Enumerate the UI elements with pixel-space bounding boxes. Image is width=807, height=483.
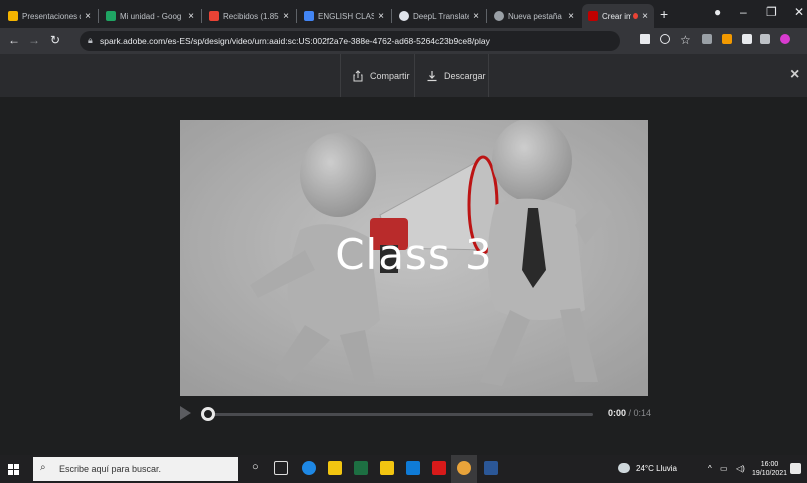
close-tab-icon[interactable]: ×: [642, 11, 648, 22]
taskbar-clock[interactable]: 16:00 19/10/2021: [752, 460, 787, 478]
tab-deepl[interactable]: DeepL Translate ×: [393, 4, 485, 28]
share-upload-icon: [353, 69, 363, 81]
url-text: spark.adobe.com/es-ES/sp/design/video/ur…: [100, 36, 490, 46]
close-tab-icon[interactable]: ×: [188, 11, 194, 22]
duration: / 0:14: [628, 408, 652, 418]
tab-separator: [391, 9, 392, 23]
share-button[interactable]: Compartir: [346, 54, 416, 97]
video-frame[interactable]: Class 3: [180, 120, 648, 396]
video-stage: Class 3 0:00 / 0:14: [0, 97, 807, 449]
reload-icon[interactable]: ↻: [50, 33, 60, 47]
share-label: Compartir: [370, 70, 410, 81]
weather-text[interactable]: 24°C Lluvia: [636, 464, 677, 473]
network-icon[interactable]: ▭: [720, 464, 728, 473]
address-bar[interactable]: 🔒︎ spark.adobe.com/es-ES/sp/design/video…: [80, 31, 620, 51]
time-display: 0:00 / 0:14: [608, 408, 651, 418]
progress-knob[interactable]: [201, 407, 215, 421]
recording-indicator-icon: [633, 13, 639, 19]
tray-chevron-icon[interactable]: ^: [708, 464, 712, 473]
volume-icon[interactable]: ◁): [736, 464, 745, 473]
adobe-spark-icon: [588, 11, 598, 21]
new-tab-page-icon: [494, 11, 504, 21]
profile-circle-icon[interactable]: ●: [714, 5, 721, 19]
close-tab-icon[interactable]: ×: [283, 11, 289, 22]
window-close-icon[interactable]: ✕: [794, 5, 804, 19]
bookmark-star-icon[interactable]: ☆: [680, 33, 691, 47]
new-tab-button[interactable]: +: [660, 6, 668, 22]
store-icon[interactable]: [380, 461, 394, 475]
edge-icon[interactable]: [302, 461, 316, 475]
tab-recibidos[interactable]: Recibidos (1.855 ×: [203, 4, 295, 28]
cast-icon[interactable]: [640, 34, 650, 44]
word-icon[interactable]: [484, 461, 498, 475]
minimize-icon[interactable]: –: [740, 5, 747, 19]
extension-badge-icon[interactable]: [722, 34, 732, 44]
browser-tab-strip: Presentaciones d × Mi unidad - Goog × Re…: [0, 0, 807, 28]
video-controls: 0:00 / 0:14: [180, 403, 651, 425]
windows-start-icon[interactable]: [8, 464, 19, 475]
reading-list-icon[interactable]: [760, 34, 770, 44]
excel-icon[interactable]: [354, 461, 368, 475]
cortana-icon[interactable]: ○: [252, 461, 259, 473]
maximize-icon[interactable]: ❐: [766, 5, 777, 19]
close-tab-icon[interactable]: ×: [473, 11, 479, 22]
drive-icon: [106, 11, 116, 21]
lock-icon: 🔒︎: [88, 35, 93, 45]
spark-header: Compartir Descargar ×: [0, 54, 807, 97]
video-title: Class 3: [335, 230, 493, 279]
divider: [488, 54, 489, 97]
file-explorer-icon[interactable]: [328, 461, 342, 475]
download-label: Descargar: [444, 70, 486, 81]
forward-icon[interactable]: →: [28, 33, 40, 47]
search-icon: ⌕: [40, 462, 46, 473]
tab-nueva-pestana[interactable]: Nueva pestaña ×: [488, 4, 580, 28]
tab-crear-imagen[interactable]: Crear imáge ×: [582, 4, 654, 28]
current-time: 0:00: [608, 408, 627, 418]
gmail-icon: [209, 11, 219, 21]
tab-separator: [296, 9, 297, 23]
tab-separator: [98, 9, 99, 23]
back-icon[interactable]: ←: [8, 33, 20, 47]
close-tab-icon[interactable]: ×: [568, 11, 574, 22]
close-tab-icon[interactable]: ×: [85, 11, 91, 22]
chrome-icon[interactable]: [457, 461, 471, 475]
divider: [340, 54, 341, 97]
download-button[interactable]: Descargar: [420, 54, 492, 97]
deepl-icon: [399, 11, 409, 21]
slides-icon: [8, 11, 18, 21]
tab-english-clases[interactable]: ENGLISH CLASES ×: [298, 4, 390, 28]
tab-presentaciones[interactable]: Presentaciones d ×: [2, 4, 97, 28]
puzzle-icon[interactable]: [742, 34, 752, 44]
notifications-icon[interactable]: [790, 463, 801, 474]
taskbar-search-input[interactable]: ⌕ Escribe aquí para buscar.: [33, 457, 238, 481]
progress-track[interactable]: [208, 413, 593, 416]
screen: Presentaciones d × Mi unidad - Goog × Re…: [0, 0, 807, 483]
acrobat-icon[interactable]: [432, 461, 446, 475]
tab-separator: [486, 9, 487, 23]
play-icon[interactable]: [180, 406, 191, 420]
divider: [414, 54, 415, 97]
close-tab-icon[interactable]: ×: [378, 11, 384, 22]
close-player-button[interactable]: ×: [790, 66, 799, 84]
weather-cloud-icon[interactable]: [618, 463, 630, 473]
tab-mi-unidad[interactable]: Mi unidad - Goog ×: [100, 4, 200, 28]
mail-icon[interactable]: [406, 461, 420, 475]
docs-icon: [304, 11, 314, 21]
download-icon: [427, 70, 437, 81]
windows-taskbar: ⌕ Escribe aquí para buscar. ○ 24°C Lluvi…: [0, 455, 807, 483]
avatar[interactable]: [780, 34, 790, 44]
task-view-icon[interactable]: [274, 461, 288, 475]
tab-separator: [201, 9, 202, 23]
share-icon[interactable]: [660, 34, 670, 44]
extension-icon[interactable]: [702, 34, 712, 44]
browser-toolbar: ← → ↻ 🔒︎ spark.adobe.com/es-ES/sp/design…: [0, 28, 807, 54]
